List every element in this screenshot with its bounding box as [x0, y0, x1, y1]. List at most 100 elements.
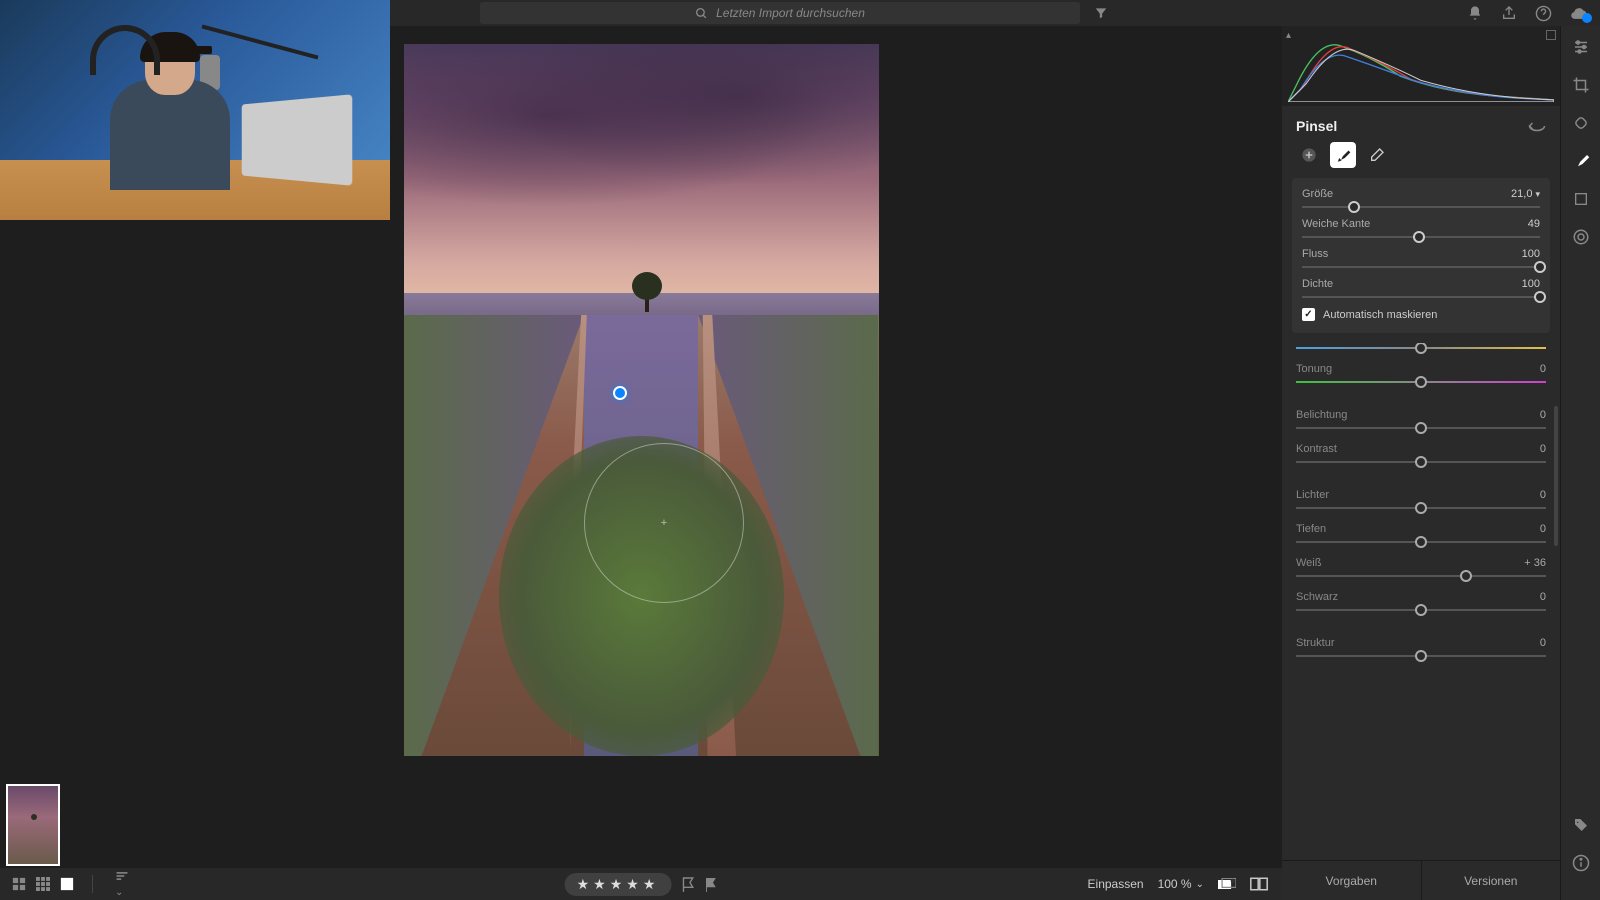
crop-icon[interactable]: [1570, 74, 1592, 96]
search-placeholder: Letzten Import durchsuchen: [716, 6, 865, 20]
flow-label: Fluss: [1302, 248, 1328, 260]
zoom-dropdown[interactable]: 100 % ⌄: [1158, 877, 1204, 891]
adjustment-slider[interactable]: [1296, 655, 1546, 657]
mask-tool-row: [1282, 142, 1560, 178]
flow-value: 100: [1522, 248, 1540, 260]
fit-button[interactable]: Einpassen: [1088, 877, 1144, 891]
adjustment-row: Kontrast 0: [1296, 443, 1546, 463]
scrollbar[interactable]: [1554, 406, 1558, 546]
adjustment-value: + 36: [1524, 557, 1546, 569]
adjustment-label: Belichtung: [1296, 409, 1347, 421]
adjustment-label: Schwarz: [1296, 591, 1338, 603]
bottom-tabs: Vorgaben Versionen: [1282, 860, 1560, 900]
feather-slider[interactable]: [1302, 236, 1540, 238]
sort-dropdown[interactable]: ⌄: [115, 870, 129, 898]
mask-pin[interactable]: [613, 386, 627, 400]
edit-sliders-icon[interactable]: [1570, 36, 1592, 58]
adjustments-list[interactable]: Tonung 0 Belichtung 0 Kontrast 0 Lichter0 Tiefe…: [1282, 343, 1560, 860]
adjustment-label: Tiefen: [1296, 523, 1326, 535]
cloud-sync-icon[interactable]: [1570, 5, 1590, 21]
adjustment-row: Tonung 0: [1296, 363, 1546, 383]
brush-settings: Größe 21,0▾ Weiche Kante 49 Fluss 100 Di…: [1292, 178, 1550, 333]
adjustment-row: Schwarz 0: [1296, 591, 1546, 611]
adjustment-slider[interactable]: [1296, 347, 1546, 349]
compare-icon[interactable]: [1250, 877, 1268, 891]
search-icon: [695, 7, 708, 20]
info-icon[interactable]: [1570, 852, 1592, 874]
adjustment-slider[interactable]: [1296, 609, 1546, 611]
healing-icon[interactable]: [1570, 112, 1592, 134]
histogram-clip-left-icon[interactable]: ▴: [1286, 30, 1291, 41]
thumbnail[interactable]: [6, 784, 60, 866]
adjustment-row: Belichtung 0: [1296, 409, 1546, 429]
density-slider[interactable]: [1302, 296, 1540, 298]
adjustment-value: 0: [1540, 523, 1546, 535]
adjustment-slider[interactable]: [1296, 381, 1546, 383]
new-mask-button[interactable]: [1296, 142, 1322, 168]
adjustment-value: 0: [1540, 443, 1546, 455]
adjustment-slider[interactable]: [1296, 507, 1546, 509]
feather-value: 49: [1528, 218, 1540, 230]
adjustment-value: 0: [1540, 363, 1546, 375]
chevron-down-icon: ⌄: [1196, 879, 1204, 890]
help-icon[interactable]: [1535, 5, 1552, 22]
linear-gradient-icon[interactable]: [1570, 188, 1592, 210]
search-input[interactable]: Letzten Import durchsuchen: [480, 2, 1080, 24]
brush-cursor: [584, 443, 744, 603]
flow-slider[interactable]: [1302, 266, 1540, 268]
single-view-icon[interactable]: [60, 877, 74, 891]
eraser-tool-button[interactable]: [1364, 142, 1390, 168]
star-rating[interactable]: ★★★★★: [565, 873, 672, 896]
automask-checkbox[interactable]: ✓ Automatisch maskieren: [1302, 308, 1540, 321]
reset-icon[interactable]: [1528, 120, 1546, 132]
tab-presets[interactable]: Vorgaben: [1282, 861, 1421, 900]
density-value: 100: [1522, 278, 1540, 290]
adjustment-row: Weiß + 36: [1296, 557, 1546, 577]
brush-icon[interactable]: [1570, 150, 1592, 172]
brush-tool-button[interactable]: [1330, 142, 1356, 168]
bottom-right: Einpassen 100 % ⌄: [1088, 877, 1268, 891]
panel-header: Pinsel: [1282, 106, 1560, 142]
top-icons: [1467, 5, 1590, 22]
adjustment-value: 0: [1540, 637, 1546, 649]
filmstrip[interactable]: [0, 782, 1282, 868]
overlay-icon[interactable]: [1218, 878, 1236, 891]
grid-large-icon[interactable]: [36, 877, 50, 891]
tag-icon[interactable]: [1570, 814, 1592, 836]
automask-label: Automatisch maskieren: [1323, 309, 1437, 321]
photo[interactable]: [404, 44, 879, 756]
flag-reject-icon[interactable]: [704, 877, 717, 892]
adjustment-label: Tonung: [1296, 363, 1332, 375]
right-panel: ▴ Pinsel Größe 21,0▾: [1282, 26, 1560, 860]
chevron-down-icon: ⌄: [115, 887, 123, 898]
histogram[interactable]: ▴: [1282, 26, 1560, 106]
adjustment-slider[interactable]: [1296, 575, 1546, 577]
adjustment-row: Struktur 0: [1296, 637, 1546, 657]
adjustment-value: 0: [1540, 409, 1546, 421]
size-value: 21,0: [1511, 188, 1532, 200]
checkbox-checked-icon: ✓: [1302, 308, 1315, 321]
view-mode-buttons: ⌄: [12, 870, 129, 898]
adjustment-slider[interactable]: [1296, 427, 1546, 429]
adjustment-row: [1296, 347, 1546, 349]
size-label: Größe: [1302, 188, 1333, 200]
notifications-icon[interactable]: [1467, 5, 1483, 21]
flag-pick-icon[interactable]: [681, 877, 694, 892]
adjustment-label: Struktur: [1296, 637, 1335, 649]
share-icon[interactable]: [1501, 5, 1517, 21]
histogram-clip-right-icon[interactable]: [1546, 30, 1556, 40]
tab-versions[interactable]: Versionen: [1421, 861, 1561, 900]
adjustment-row: Lichter0: [1296, 489, 1546, 509]
adjustment-slider[interactable]: [1296, 461, 1546, 463]
bottom-bar: ⌄ ★★★★★ Einpassen 100 % ⌄: [0, 868, 1282, 900]
size-slider[interactable]: [1302, 206, 1540, 208]
radial-gradient-icon[interactable]: [1570, 226, 1592, 248]
adjustment-value: 0: [1540, 591, 1546, 603]
adjustment-label: Kontrast: [1296, 443, 1337, 455]
webcam-overlay: [0, 0, 390, 220]
chevron-down-icon[interactable]: ▾: [1535, 189, 1540, 200]
adjustment-label: Weiß: [1296, 557, 1321, 569]
adjustment-slider[interactable]: [1296, 541, 1546, 543]
filter-button[interactable]: [1090, 2, 1112, 24]
grid-small-icon[interactable]: [12, 877, 26, 891]
